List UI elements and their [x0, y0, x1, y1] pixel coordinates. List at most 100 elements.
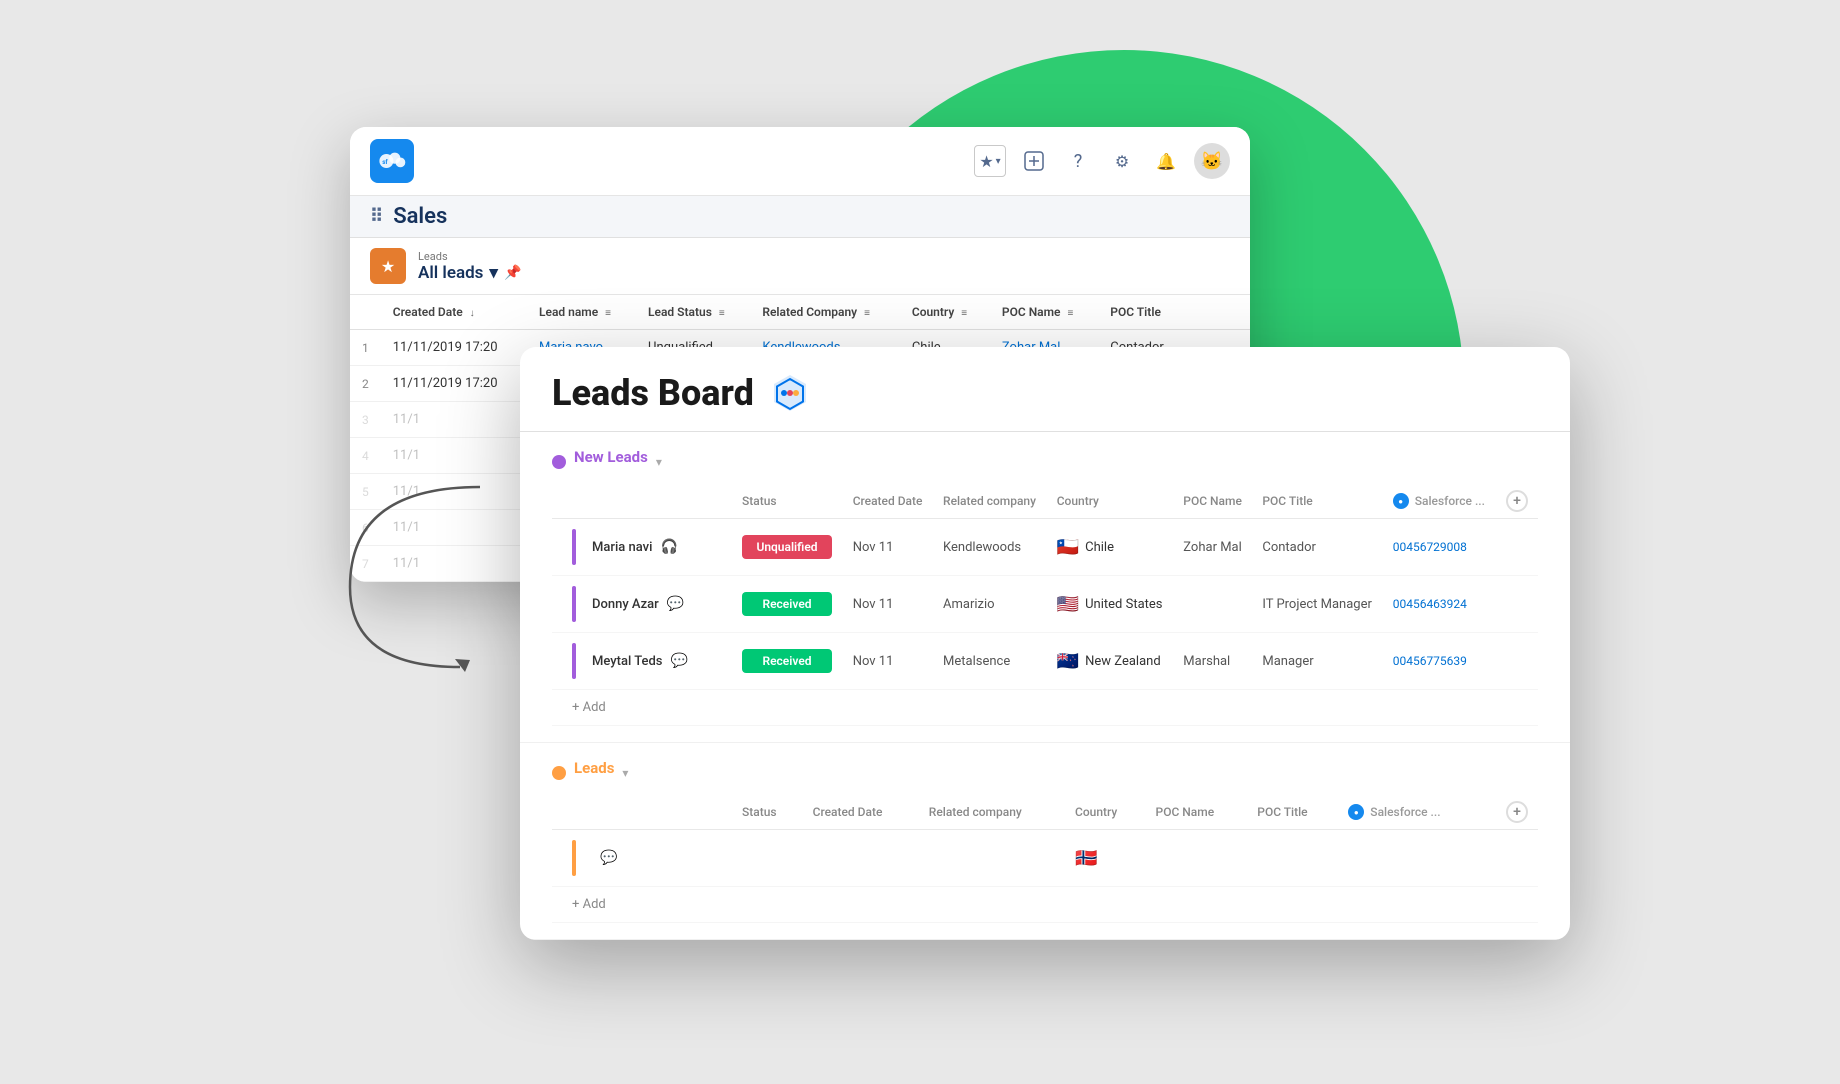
dropdown-icon[interactable]: ▾ — [489, 263, 498, 283]
row-number: 4 — [350, 438, 381, 474]
list-item: Donny Azar💬ReceivedNov 11Amarizio🇺🇸Unite… — [552, 576, 1538, 633]
flag-icon: 🇺🇸 — [1057, 594, 1079, 615]
sf-nav: ⠿ Sales — [350, 196, 1250, 238]
section-collapse-icon[interactable]: ▾ — [656, 455, 662, 469]
chat-icon[interactable]: 💬 — [600, 850, 617, 866]
phone-link[interactable]: 00456463924 — [1393, 597, 1467, 611]
col-related-company[interactable]: Related Company ≡ — [750, 295, 900, 330]
row-number: 7 — [350, 546, 381, 582]
status-badge[interactable]: Unqualified — [742, 535, 832, 559]
status-badge[interactable]: Received — [742, 592, 832, 616]
cell-company — [919, 830, 1065, 887]
chat-icon[interactable]: 💬 — [671, 653, 688, 669]
flag-icon: 🇳🇿 — [1057, 651, 1079, 672]
col-name-header — [552, 484, 732, 519]
add-column-button[interactable]: + — [1506, 801, 1528, 823]
row-stripe — [572, 840, 576, 876]
salesforce-col-label: Salesforce ... — [1370, 805, 1440, 819]
headset-icon[interactable]: 🎧 — [660, 539, 677, 555]
col-poc-name[interactable]: POC Name ≡ — [990, 295, 1098, 330]
col-header-5: POC Title — [1247, 795, 1338, 830]
cell-poc-name — [1146, 830, 1248, 887]
cell-poc-name: Marshal — [1173, 633, 1252, 690]
cell-date: 11/11/2019 17:20 — [381, 330, 527, 366]
cell-phone[interactable]: 00456729008 — [1383, 519, 1496, 576]
star-icon: ★ — [979, 152, 993, 171]
col-country[interactable]: Country ≡ — [900, 295, 990, 330]
cell-lead-name: 💬 — [552, 830, 732, 887]
cell-poc-name: Zohar Mal — [1173, 519, 1252, 576]
cell-country: 🇳🇿New Zealand — [1047, 633, 1174, 690]
monday-title-row: Leads Board — [552, 371, 1538, 415]
leads-icon: ★ — [370, 248, 406, 284]
chevron-down-icon: ▾ — [996, 156, 1001, 167]
avatar[interactable]: 🐱 — [1194, 143, 1230, 179]
col-header-4: POC Name — [1146, 795, 1248, 830]
cell-phone[interactable]: 00456463924 — [1383, 576, 1496, 633]
row-stripe — [572, 529, 576, 565]
chat-icon[interactable]: 💬 — [667, 596, 684, 612]
grid-icon: ⠿ — [370, 206, 383, 227]
monday-board-title: Leads Board — [552, 372, 754, 414]
col-lead-status[interactable]: Lead Status ≡ — [636, 295, 750, 330]
cell-phone — [1338, 830, 1483, 887]
cell-created-date: Nov 11 — [843, 576, 933, 633]
cell-status[interactable]: Received — [732, 633, 843, 690]
cell-poc-title: Manager — [1252, 633, 1382, 690]
col-header-7: + — [1484, 795, 1538, 830]
col-poc-title[interactable]: POC Title — [1098, 295, 1250, 330]
cell-phone[interactable]: 00456775639 — [1383, 633, 1496, 690]
add-item-button[interactable]: + Add — [552, 887, 1538, 923]
pin-icon[interactable]: 📌 — [504, 265, 521, 281]
section-color-dot — [552, 766, 566, 780]
col-lead-name[interactable]: Lead name ≡ — [527, 295, 636, 330]
salesforce-icon: ● — [1393, 493, 1409, 509]
col-header-1: Created Date — [843, 484, 933, 519]
salesforce-col-label: Salesforce ... — [1415, 494, 1485, 508]
monday-logo — [768, 371, 812, 415]
col-header-5: POC Title — [1252, 484, 1382, 519]
breadcrumb-current: All leads ▾ 📌 — [418, 263, 521, 283]
cell-status[interactable]: Received — [732, 576, 843, 633]
favorites-button[interactable]: ★ ▾ — [974, 145, 1006, 177]
col-header-4: POC Name — [1173, 484, 1252, 519]
list-item: 💬 🇳🇴 — [552, 830, 1538, 887]
filter-icon: ≡ — [605, 308, 611, 319]
breadcrumb-text: Leads All leads ▾ 📌 — [418, 250, 521, 283]
cell-poc-name — [1173, 576, 1252, 633]
add-row[interactable]: + Add — [552, 690, 1538, 726]
col-created-date[interactable]: Created Date ↓ — [381, 295, 527, 330]
scene-container: sf ★ ▾ ? ⚙ — [320, 67, 1520, 1017]
cell-created-date: Nov 11 — [843, 633, 933, 690]
col-header-3: Country — [1047, 484, 1174, 519]
add-column-button[interactable]: + — [1506, 490, 1528, 512]
add-button[interactable] — [1018, 145, 1050, 177]
cell-company: Metalsence — [933, 633, 1047, 690]
col-header-0: Status — [732, 484, 843, 519]
cell-status[interactable]: Unqualified — [732, 519, 843, 576]
col-header-6: ● Salesforce ... — [1383, 484, 1496, 519]
cell-date: 11/11/2019 17:20 — [381, 366, 527, 402]
phone-link[interactable]: 00456729008 — [1393, 540, 1467, 554]
row-stripe — [572, 643, 576, 679]
settings-button[interactable]: ⚙ — [1106, 145, 1138, 177]
question-icon: ? — [1074, 151, 1083, 172]
phone-link[interactable]: 00456775639 — [1393, 654, 1467, 668]
status-badge[interactable]: Received — [742, 649, 832, 673]
notifications-button[interactable]: 🔔 — [1150, 145, 1182, 177]
cell-date: 11/1 — [381, 402, 527, 438]
col-header-7: + — [1496, 484, 1538, 519]
cell-created-date: Nov 11 — [843, 519, 933, 576]
cell-country: 🇨🇱Chile — [1047, 519, 1174, 576]
breadcrumb-parent: Leads — [418, 250, 521, 263]
add-item-button[interactable]: + Add — [552, 690, 1538, 726]
monday-window: Leads Board New Leads▾StatusCreated Date… — [520, 347, 1570, 940]
cell-date: 11/1 — [381, 546, 527, 582]
section-collapse-icon[interactable]: ▾ — [622, 766, 628, 780]
country-name: United States — [1085, 597, 1162, 612]
help-button[interactable]: ? — [1062, 145, 1094, 177]
add-row[interactable]: + Add — [552, 887, 1538, 923]
flag-icon: 🇳🇴 — [1075, 848, 1097, 869]
col-name-header — [552, 795, 732, 830]
cell-status[interactable] — [732, 830, 803, 887]
